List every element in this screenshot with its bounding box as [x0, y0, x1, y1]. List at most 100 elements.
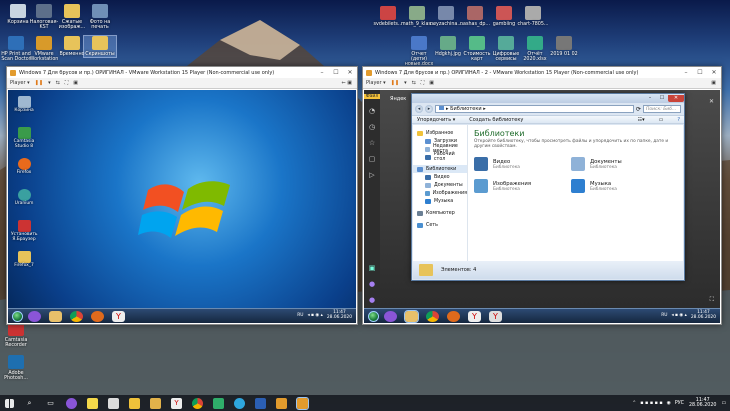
yandex-icon[interactable]: Y [171, 397, 182, 409]
calculator-icon[interactable] [108, 397, 119, 409]
send-ctrl-alt-del-icon[interactable]: ⇆ [56, 80, 60, 86]
library-video[interactable]: Видео Библиотека [474, 157, 554, 171]
bell-icon[interactable]: ◔ [369, 107, 375, 115]
guest-tray[interactable]: RU ◂ ▪ ◉ ▴ 11:47 28.06.2020 [661, 310, 720, 321]
search-input[interactable]: Поиск: Биб... [643, 105, 681, 113]
back-button[interactable]: ◂ [415, 105, 423, 113]
nav-desktop[interactable]: Рабочий стол [413, 152, 467, 162]
firefox-icon[interactable] [447, 310, 460, 322]
device-icons[interactable]: ▣ [711, 80, 716, 86]
nav-network[interactable]: Сеть [413, 221, 467, 229]
desktop-file-2[interactable]: math_9_klas... [401, 6, 436, 27]
start-orb-icon[interactable] [12, 310, 23, 322]
close-button[interactable]: ✕ [343, 69, 357, 76]
tray-icons[interactable]: ◂ ▪ ◉ ▴ [671, 313, 686, 319]
clock[interactable]: 11:47 28.06.2020 [689, 398, 716, 409]
chrome-icon[interactable] [192, 397, 203, 409]
address-bar[interactable]: ▸ Библиотеки ▸ [435, 105, 634, 113]
desktop-file-1[interactable]: svdebilets... [372, 6, 404, 27]
desktop-icon-photos[interactable]: Фото на печать [84, 4, 116, 30]
guest-icon-uranium[interactable]: Uranium [11, 189, 37, 207]
nav-libraries[interactable]: Библиотеки [413, 165, 467, 173]
guest-icon-yandex-install[interactable]: Установить Я.Браузер [11, 220, 37, 242]
task-view-icon[interactable]: ▭ [45, 398, 56, 409]
start-orb-icon[interactable] [368, 310, 379, 322]
dropdown-icon[interactable]: ▾ [404, 80, 407, 86]
guest-icon-firefox7[interactable]: Firefox_7 [11, 251, 37, 269]
minimize-button[interactable]: – [679, 69, 693, 76]
guest-icon-firefox[interactable]: Firefox [11, 158, 37, 176]
collections-icon[interactable]: ▢ [369, 155, 376, 163]
purple-app-icon-2[interactable]: ● [369, 296, 375, 304]
file-explorer-icon[interactable] [129, 397, 140, 409]
purple-app-icon[interactable] [66, 397, 77, 409]
minimize-button[interactable]: – [644, 95, 656, 102]
view-options-icon[interactable]: ☷▾ [638, 117, 645, 123]
vmware-icon[interactable] [276, 397, 287, 409]
maximize-button[interactable]: ☐ [693, 69, 707, 76]
dropdown-icon[interactable]: ▾ [48, 80, 51, 86]
fullscreen-icon[interactable]: ⛶ [65, 80, 69, 86]
purple-app-icon[interactable] [384, 310, 397, 322]
desktop-file-4[interactable]: nashas_dp... [459, 6, 491, 27]
purple-app-icon[interactable]: ● [369, 280, 375, 288]
guest-tray[interactable]: RU ◂ ▪ ◉ ▴ 11:47 28.06.2020 [297, 310, 356, 321]
forward-button[interactable]: ▸ [425, 105, 433, 113]
start-windows-icon[interactable] [5, 398, 14, 408]
tray-chevron-icon[interactable]: ⌃ [632, 401, 636, 406]
desktop-file-11[interactable]: Отчёт 2020.xlsx [519, 36, 551, 62]
play-icon[interactable]: ▷ [369, 171, 374, 179]
browser-tab-label[interactable]: Яндек [390, 96, 406, 102]
desktop-file-7[interactable]: Отчет (дети) новые.docx [403, 36, 435, 67]
vmware-icon-2[interactable] [296, 396, 309, 410]
browser-expand-icon[interactable]: ⛶ [710, 296, 714, 304]
language-indicator[interactable]: RU [661, 313, 667, 319]
purple-app-icon[interactable] [28, 310, 41, 322]
files-icon[interactable] [150, 397, 161, 409]
guest-screen-win7[interactable]: Корзина Camtasia Studio 8 Firefox Uraniu… [8, 90, 356, 323]
unity-icon[interactable]: ▣ [73, 80, 78, 86]
nav-favorites[interactable]: Избранное [413, 129, 467, 137]
nav-music[interactable]: Музыка [413, 197, 467, 205]
player-menu[interactable]: Player ▾ [10, 80, 30, 86]
desktop-file-5[interactable]: gambiing [488, 6, 520, 27]
pause-icon[interactable]: ❚❚ [391, 80, 399, 86]
yandex-browser-icon[interactable]: Y [489, 310, 502, 322]
player-menu[interactable]: Player ▾ [366, 80, 386, 86]
volume-icon[interactable]: ◉ [667, 401, 671, 406]
alice-icon[interactable]: ▣ [369, 264, 376, 272]
close-button[interactable]: ✕ [707, 69, 721, 76]
desktop-file-9[interactable]: Стоимость карт [461, 36, 493, 62]
guest-icon-recycle-bin[interactable]: Корзина [11, 96, 37, 114]
preview-pane-icon[interactable]: ▭ [659, 117, 664, 123]
desktop-file-10[interactable]: Цифровые сервисы [490, 36, 522, 62]
language-indicator[interactable]: РУС [675, 401, 684, 406]
nav-images[interactable]: Изображения [413, 189, 467, 197]
browser-close-icon[interactable]: ✕ [709, 98, 714, 105]
notifications-icon[interactable]: ▭ [721, 401, 726, 406]
refresh-icon[interactable]: ⟳ [636, 106, 641, 113]
library-music[interactable]: Музыка Библиотека [571, 179, 651, 193]
green-app-icon[interactable] [213, 397, 224, 409]
nav-video[interactable]: Видео [413, 173, 467, 181]
chrome-icon[interactable] [426, 310, 439, 322]
star-icon[interactable]: ☆ [369, 139, 375, 147]
unity-icon[interactable]: ▣ [429, 80, 434, 86]
yandex-icon[interactable]: Y [468, 310, 481, 322]
desktop-file-3[interactable]: neyzachina... [430, 6, 462, 27]
clock-icon[interactable]: ◷ [369, 123, 375, 131]
tray-app-icons[interactable]: ▪ ▪ ▪ ▪ ▪ [640, 401, 662, 406]
send-ctrl-alt-del-icon[interactable]: ⇆ [412, 80, 416, 86]
nav-computer[interactable]: Компьютер [413, 209, 467, 217]
desktop-file-12[interactable]: 2019 01 02 [548, 36, 580, 57]
nav-documents[interactable]: Документы [413, 181, 467, 189]
sticky-notes-icon[interactable] [87, 397, 98, 409]
library-images[interactable]: Изображения Библиотека [474, 179, 554, 193]
search-icon[interactable]: ⌕ [24, 398, 35, 409]
desktop-icon-camtasia[interactable]: Camtasia Recorder [0, 322, 32, 348]
chrome-icon[interactable] [70, 310, 83, 322]
desktop-icon-screenshots[interactable]: Скриншоты [83, 34, 117, 59]
desktop-file-6[interactable]: chart-7805... [517, 6, 549, 27]
help-icon[interactable]: ? [677, 117, 680, 123]
maximize-button[interactable]: ☐ [329, 69, 343, 76]
